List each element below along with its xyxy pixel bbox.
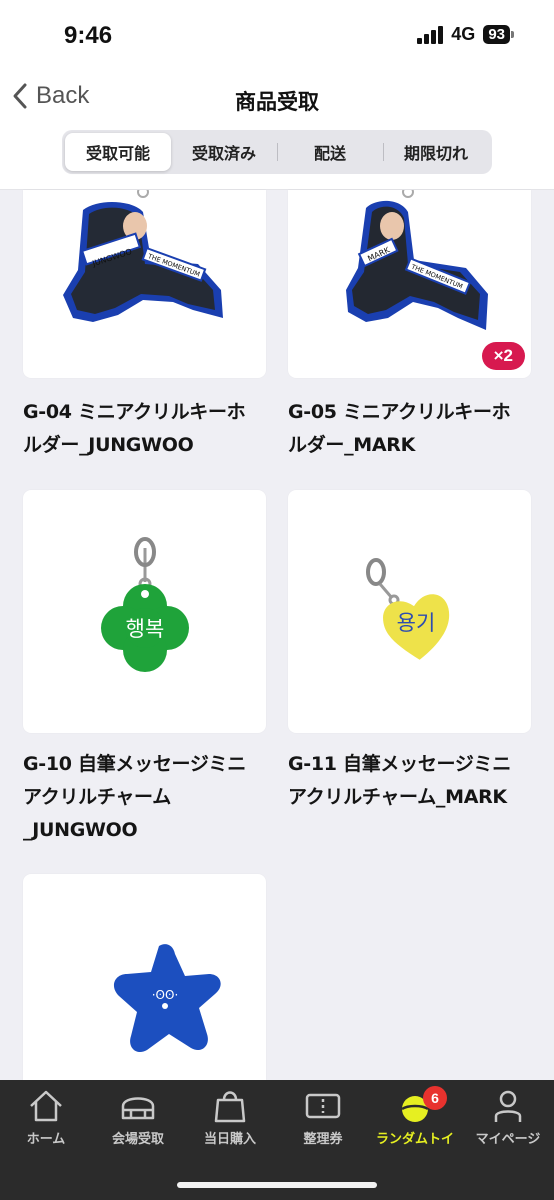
- tab-delivery[interactable]: 配送: [277, 133, 383, 171]
- tab-random-toy[interactable]: 6 ランダムトイ: [369, 1086, 461, 1147]
- home-icon: [30, 1090, 62, 1122]
- product-title-g11: G-11 自筆メッセージミニ アクリルチャーム_MARK: [288, 748, 538, 814]
- charm-text-mark: 용기: [397, 611, 436, 635]
- home-indicator: [177, 1182, 377, 1188]
- tab-label: 当日購入: [203, 1132, 256, 1147]
- notification-badge: 6: [423, 1086, 447, 1110]
- tab-label: 整理券: [303, 1132, 343, 1147]
- product-title-line: アクリルチャーム_MARK: [288, 786, 507, 808]
- product-card-g05[interactable]: MARK THE MOMENTUM ×2: [288, 190, 531, 378]
- tab-venue[interactable]: 会場受取: [92, 1088, 184, 1147]
- segmented-control: 受取可能 受取済み 配送 期限切れ: [62, 130, 492, 174]
- venue-icon: [121, 1097, 155, 1120]
- ticket-icon: [305, 1093, 341, 1119]
- product-title-line: G-04 ミニアクリルキーホ: [23, 401, 246, 423]
- tab-received[interactable]: 受取済み: [171, 133, 277, 171]
- green-clover-charm-image: 행복: [101, 537, 189, 672]
- tab-label: マイページ: [475, 1132, 541, 1147]
- tab-home[interactable]: ホーム: [0, 1088, 92, 1147]
- segment-bar: 受取可能 受取済み 配送 期限切れ: [0, 128, 554, 190]
- status-time: 9:46: [64, 22, 113, 49]
- status-bar: 9:46 4G 93: [0, 0, 554, 70]
- product-title-line: G-10 自筆メッセージミニ: [23, 753, 246, 775]
- product-card-star[interactable]: ·ʘʘ·: [23, 874, 266, 1080]
- network-type: 4G: [451, 24, 476, 44]
- product-title-g10: G-10 自筆メッセージミニ アクリルチャーム _JUNGWOO: [23, 748, 273, 847]
- product-card-g10[interactable]: 행복: [23, 490, 266, 733]
- product-title-line: アクリルチャーム: [23, 786, 171, 808]
- person-icon: [494, 1090, 522, 1122]
- navigation-bar: Back 商品受取: [0, 70, 554, 128]
- acrylic-keyholder-jungwoo-image: JUNGWOO THE MOMENTUM: [63, 190, 223, 322]
- tab-label: 会場受取: [111, 1132, 164, 1147]
- product-title-line: ルダー_MARK: [288, 434, 416, 456]
- shopping-bag-icon: [214, 1091, 246, 1123]
- bottom-tab-bar: ホーム 会場受取 当日購入 整理券 6 ランダムトイ マイページ: [0, 1080, 554, 1200]
- battery-level: 93: [483, 25, 510, 44]
- yellow-heart-charm-image: 용기: [366, 558, 450, 660]
- tab-label: ホーム: [26, 1132, 66, 1147]
- signal-icon: [417, 25, 444, 44]
- tab-same-day[interactable]: 当日購入: [184, 1088, 276, 1147]
- product-title-line: G-05 ミニアクリルキーホ: [288, 401, 511, 423]
- product-card-g04[interactable]: JUNGWOO THE MOMENTUM: [23, 190, 266, 378]
- product-title-line: ルダー_JUNGWOO: [23, 434, 194, 456]
- tab-receivable[interactable]: 受取可能: [65, 133, 171, 171]
- tab-ticket[interactable]: 整理券: [277, 1088, 369, 1147]
- svg-text:·ʘʘ·: ·ʘʘ·: [152, 988, 179, 1002]
- tab-expired[interactable]: 期限切れ: [383, 133, 489, 171]
- page-title: 商品受取: [235, 90, 319, 114]
- product-title-g05: G-05 ミニアクリルキーホ ルダー_MARK: [288, 396, 538, 462]
- blue-star-charm-image: ·ʘʘ·: [113, 944, 221, 1053]
- tab-label: ランダムトイ: [375, 1132, 454, 1147]
- battery-icon: 93: [483, 25, 514, 44]
- quantity-badge: ×2: [481, 342, 525, 370]
- product-title-g04: G-04 ミニアクリルキーホ ルダー_JUNGWOO: [23, 396, 273, 462]
- status-indicators: 4G 93: [417, 24, 514, 45]
- product-card-g11[interactable]: 용기: [288, 490, 531, 733]
- charm-text-jungwoo: 행복: [126, 617, 165, 641]
- product-title-line: _JUNGWOO: [23, 819, 138, 841]
- product-title-line: G-11 自筆メッセージミニ: [288, 753, 511, 775]
- tab-my-page[interactable]: マイページ: [462, 1088, 554, 1147]
